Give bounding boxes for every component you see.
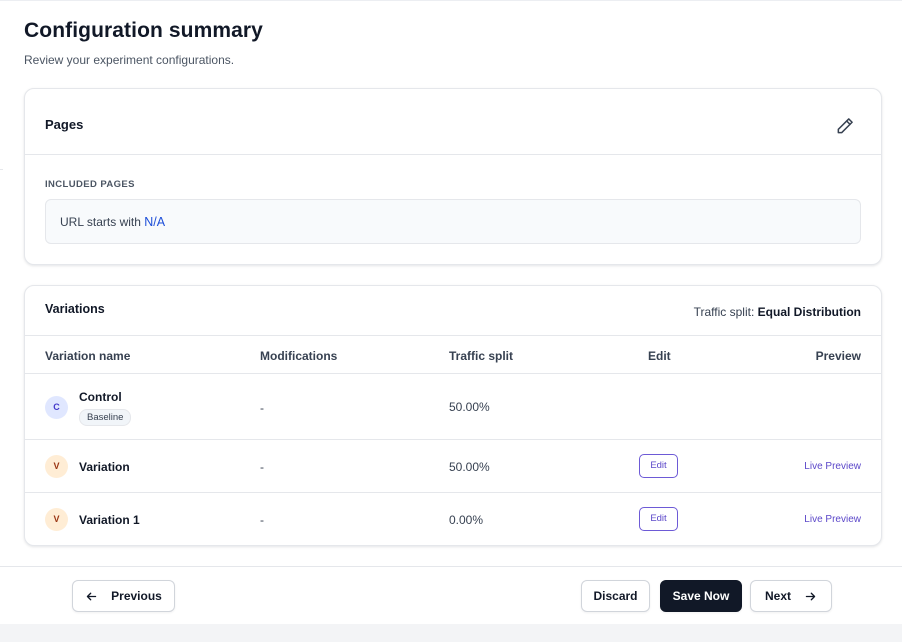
discard-button[interactable]: Discard [581,580,650,612]
traffic-split-summary: Traffic split: Equal Distribution [694,305,861,319]
variation-name: Variation 1 [79,513,140,527]
variations-card: Variations Traffic split: Equal Distribu… [24,285,882,546]
column-header-preview: Preview [815,349,861,363]
page-title: Configuration summary [24,19,263,42]
variation-avatar: V [45,455,68,478]
url-rule-value: N/A [144,215,166,229]
column-header-edit: Edit [648,349,671,363]
next-button[interactable]: Next [750,580,832,612]
page-subtitle: Review your experiment configurations. [24,53,235,67]
table-row: V Variation 1 - 0.00% Edit Live Preview [25,493,881,546]
modifications-value: - [260,460,264,474]
variation-avatar: V [45,508,68,531]
column-header-modifications: Modifications [260,349,338,363]
table-header: Variation name Modifications Traffic spl… [25,336,881,374]
variation-name: Control [79,390,122,404]
column-header-traffic-split: Traffic split [449,349,514,363]
variations-title: Variations [45,302,105,316]
edit-variation-button[interactable]: Edit [639,507,678,531]
included-pages-label: INCLUDED PAGES [45,179,135,190]
previous-label: Previous [111,589,162,603]
variation-name: Variation [79,460,130,474]
previous-button[interactable]: Previous [72,580,175,612]
url-rule-prefix: URL starts with [60,215,141,229]
edit-variation-button[interactable]: Edit [639,454,678,478]
variation-avatar: C [45,396,68,419]
table-row: V Variation - 50.00% Edit Live Preview [25,440,881,493]
column-header-variation-name: Variation name [45,349,131,363]
baseline-badge: Baseline [79,409,132,426]
divider [0,169,3,170]
arrow-right-icon [805,592,816,600]
traffic-split-cell: 0.00% [449,513,484,527]
traffic-split-label: Traffic split: [693,305,755,319]
modifications-value: - [260,401,264,415]
traffic-split-cell: 50.00% [449,460,490,474]
modifications-value: - [260,513,264,527]
pages-card: Pages INCLUDED PAGES URL starts with N/A [24,88,882,265]
footer-bar: Previous Discard Save Now Next [0,566,902,624]
live-preview-link[interactable]: Live Preview [804,514,861,525]
save-now-button[interactable]: Save Now [660,580,742,612]
url-rule: URL starts with N/A [45,199,861,244]
table-row: C Control Baseline - 50.00% [25,374,881,440]
arrow-left-icon [86,592,97,600]
traffic-split-value: Equal Distribution [757,305,861,319]
variations-card-header: Variations Traffic split: Equal Distribu… [25,286,881,336]
pages-card-header: Pages [25,89,881,155]
pencil-icon[interactable] [835,116,855,136]
bottom-strip [0,624,902,642]
live-preview-link[interactable]: Live Preview [804,461,861,472]
traffic-split-cell: 50.00% [449,400,490,414]
pages-title: Pages [45,117,84,132]
main-panel: Configuration summary Review your experi… [0,0,902,566]
next-label: Next [764,589,791,603]
